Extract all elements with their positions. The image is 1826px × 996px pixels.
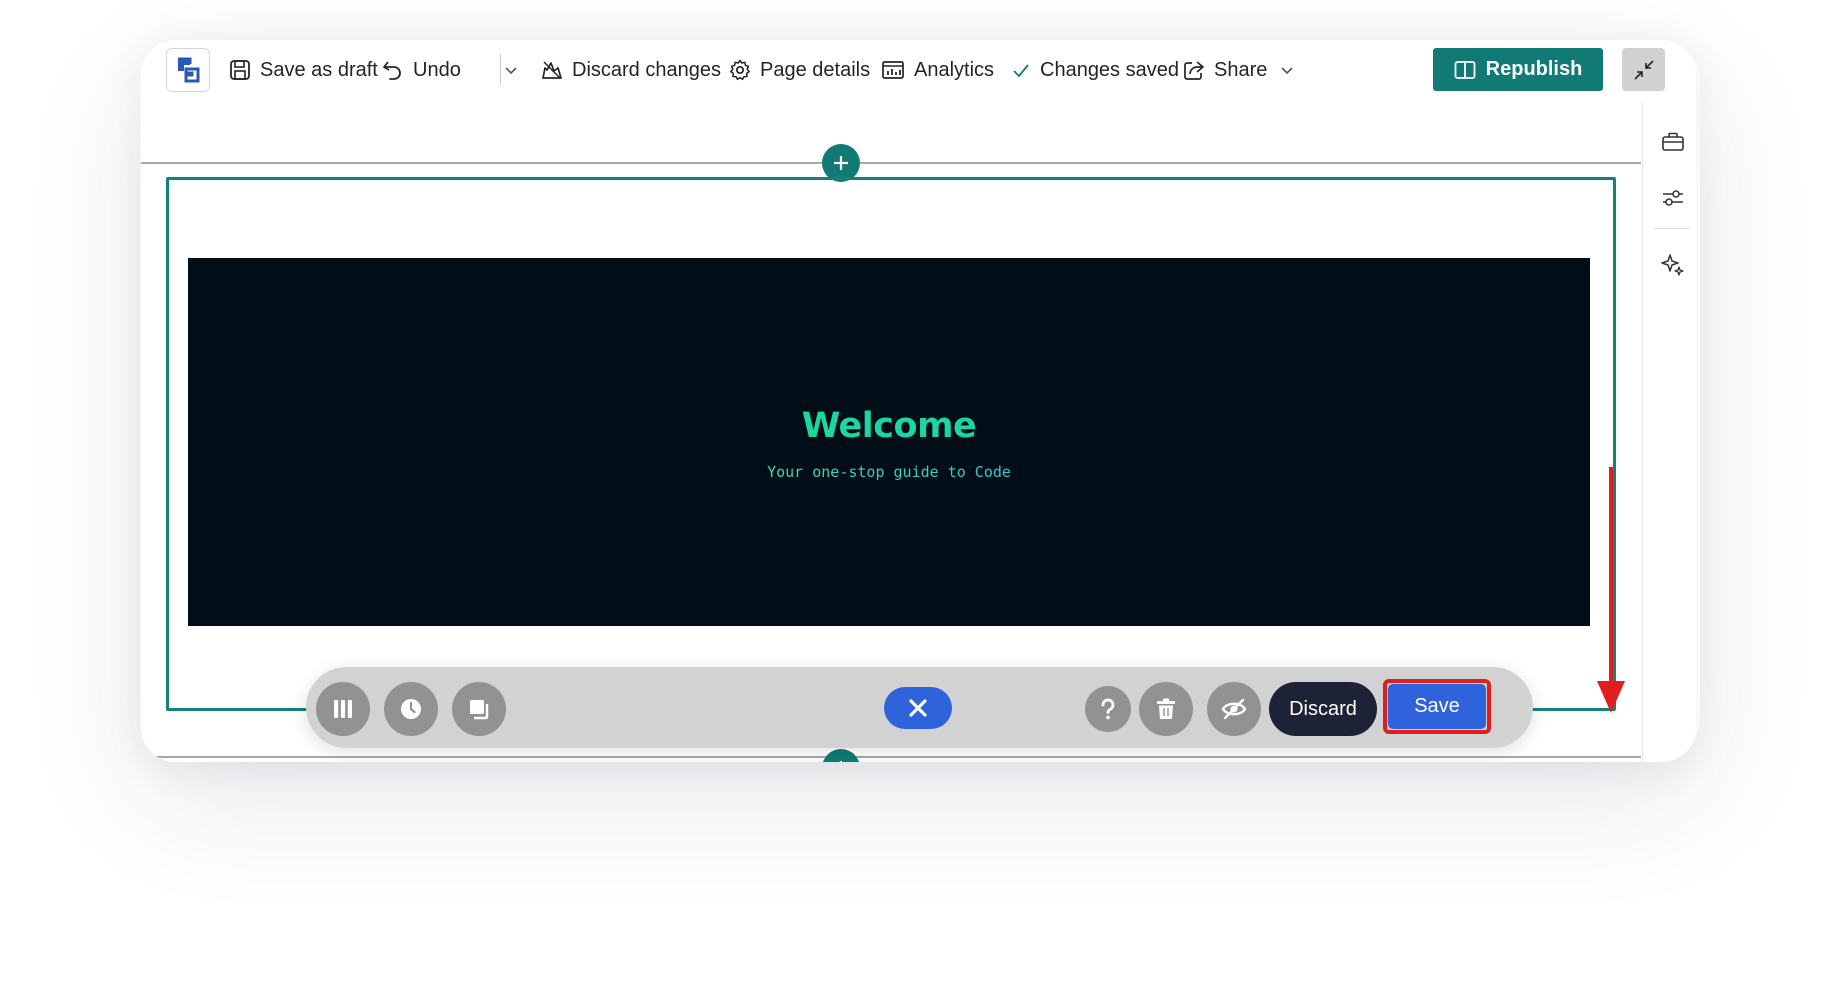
page-editor-window: Save as draft Undo Discard changes Page … bbox=[141, 40, 1696, 762]
analytics-label: Analytics bbox=[914, 58, 995, 81]
app-logo-icon bbox=[178, 57, 200, 83]
gear-icon bbox=[730, 59, 750, 81]
analytics-icon bbox=[882, 61, 904, 79]
add-section-bottom-button[interactable] bbox=[822, 749, 860, 762]
discard-button[interactable]: Discard bbox=[1269, 682, 1377, 736]
discard-changes-label: Discard changes bbox=[572, 58, 721, 81]
republish-button[interactable]: Republish bbox=[1433, 48, 1603, 91]
discard-icon bbox=[542, 61, 562, 79]
hero-banner[interactable]: Welcome Your one-stop guide to Code bbox=[188, 258, 1590, 626]
columns-button[interactable] bbox=[316, 682, 370, 736]
ai-assistant-button[interactable] bbox=[1659, 250, 1687, 278]
duplicate-icon bbox=[470, 700, 489, 720]
eye-off-icon bbox=[1221, 698, 1247, 720]
app-logo[interactable] bbox=[166, 48, 210, 92]
history-button[interactable] bbox=[384, 682, 438, 736]
columns-icon bbox=[334, 700, 352, 718]
discard-changes-button[interactable]: Discard changes bbox=[541, 56, 721, 84]
undo-arrow-icon bbox=[383, 61, 401, 80]
book-open-icon bbox=[1454, 60, 1476, 79]
page-details-label: Page details bbox=[760, 58, 871, 81]
hero-subtitle: Your one-stop guide to Code bbox=[188, 463, 1590, 481]
hero-title: Welcome bbox=[188, 406, 1590, 446]
clock-icon bbox=[401, 699, 421, 719]
share-icon bbox=[1184, 61, 1204, 80]
section-divider-top bbox=[141, 162, 1641, 164]
sparkle-icon bbox=[1661, 254, 1684, 276]
undo-button[interactable]: Undo bbox=[382, 56, 461, 84]
plus-icon bbox=[839, 761, 843, 762]
annotation-arrow bbox=[1597, 467, 1625, 713]
undo-dropdown-button[interactable] bbox=[504, 56, 527, 84]
page-details-button[interactable]: Page details bbox=[729, 56, 870, 84]
changes-saved-label: Changes saved bbox=[1040, 58, 1179, 81]
duplicate-button[interactable] bbox=[452, 682, 506, 736]
plus-icon bbox=[834, 156, 848, 170]
question-mark-icon bbox=[1101, 698, 1115, 720]
chevron-down-icon bbox=[505, 67, 517, 75]
close-editor-button[interactable] bbox=[884, 687, 952, 729]
chevron-down-icon bbox=[1281, 67, 1293, 75]
close-icon bbox=[909, 699, 927, 717]
trash-icon bbox=[1157, 698, 1175, 719]
hide-button[interactable] bbox=[1207, 682, 1261, 736]
toolbox-button[interactable] bbox=[1659, 128, 1687, 156]
right-panel-divider bbox=[1642, 102, 1643, 762]
rail-divider bbox=[1654, 228, 1690, 229]
save-as-draft-label: Save as draft bbox=[260, 58, 378, 81]
share-label: Share bbox=[1214, 58, 1268, 81]
properties-button[interactable] bbox=[1659, 184, 1687, 212]
collapse-arrows-icon bbox=[1633, 59, 1654, 80]
save-button[interactable]: Save bbox=[1388, 684, 1486, 729]
collapse-editor-button[interactable] bbox=[1622, 48, 1665, 91]
changes-saved-status: Changes saved bbox=[1011, 56, 1179, 84]
help-button[interactable] bbox=[1085, 686, 1131, 732]
save-as-draft-button[interactable]: Save as draft bbox=[229, 56, 378, 84]
sliders-icon bbox=[1663, 190, 1683, 206]
editor-toolbar: Save as draft Undo Discard changes Page … bbox=[141, 40, 1696, 140]
checkmark-icon bbox=[1013, 64, 1029, 78]
republish-label: Republish bbox=[1485, 58, 1583, 80]
analytics-button[interactable]: Analytics bbox=[881, 56, 994, 84]
undo-divider bbox=[500, 54, 501, 84]
embed-edit-toolbar: Discard Save bbox=[306, 667, 1533, 748]
share-button[interactable]: Share bbox=[1183, 56, 1294, 84]
toolbox-icon bbox=[1662, 132, 1684, 151]
delete-button[interactable] bbox=[1139, 682, 1193, 736]
section-divider-bottom bbox=[141, 756, 1641, 758]
undo-label: Undo bbox=[413, 58, 461, 81]
floppy-disk-icon bbox=[230, 60, 250, 80]
